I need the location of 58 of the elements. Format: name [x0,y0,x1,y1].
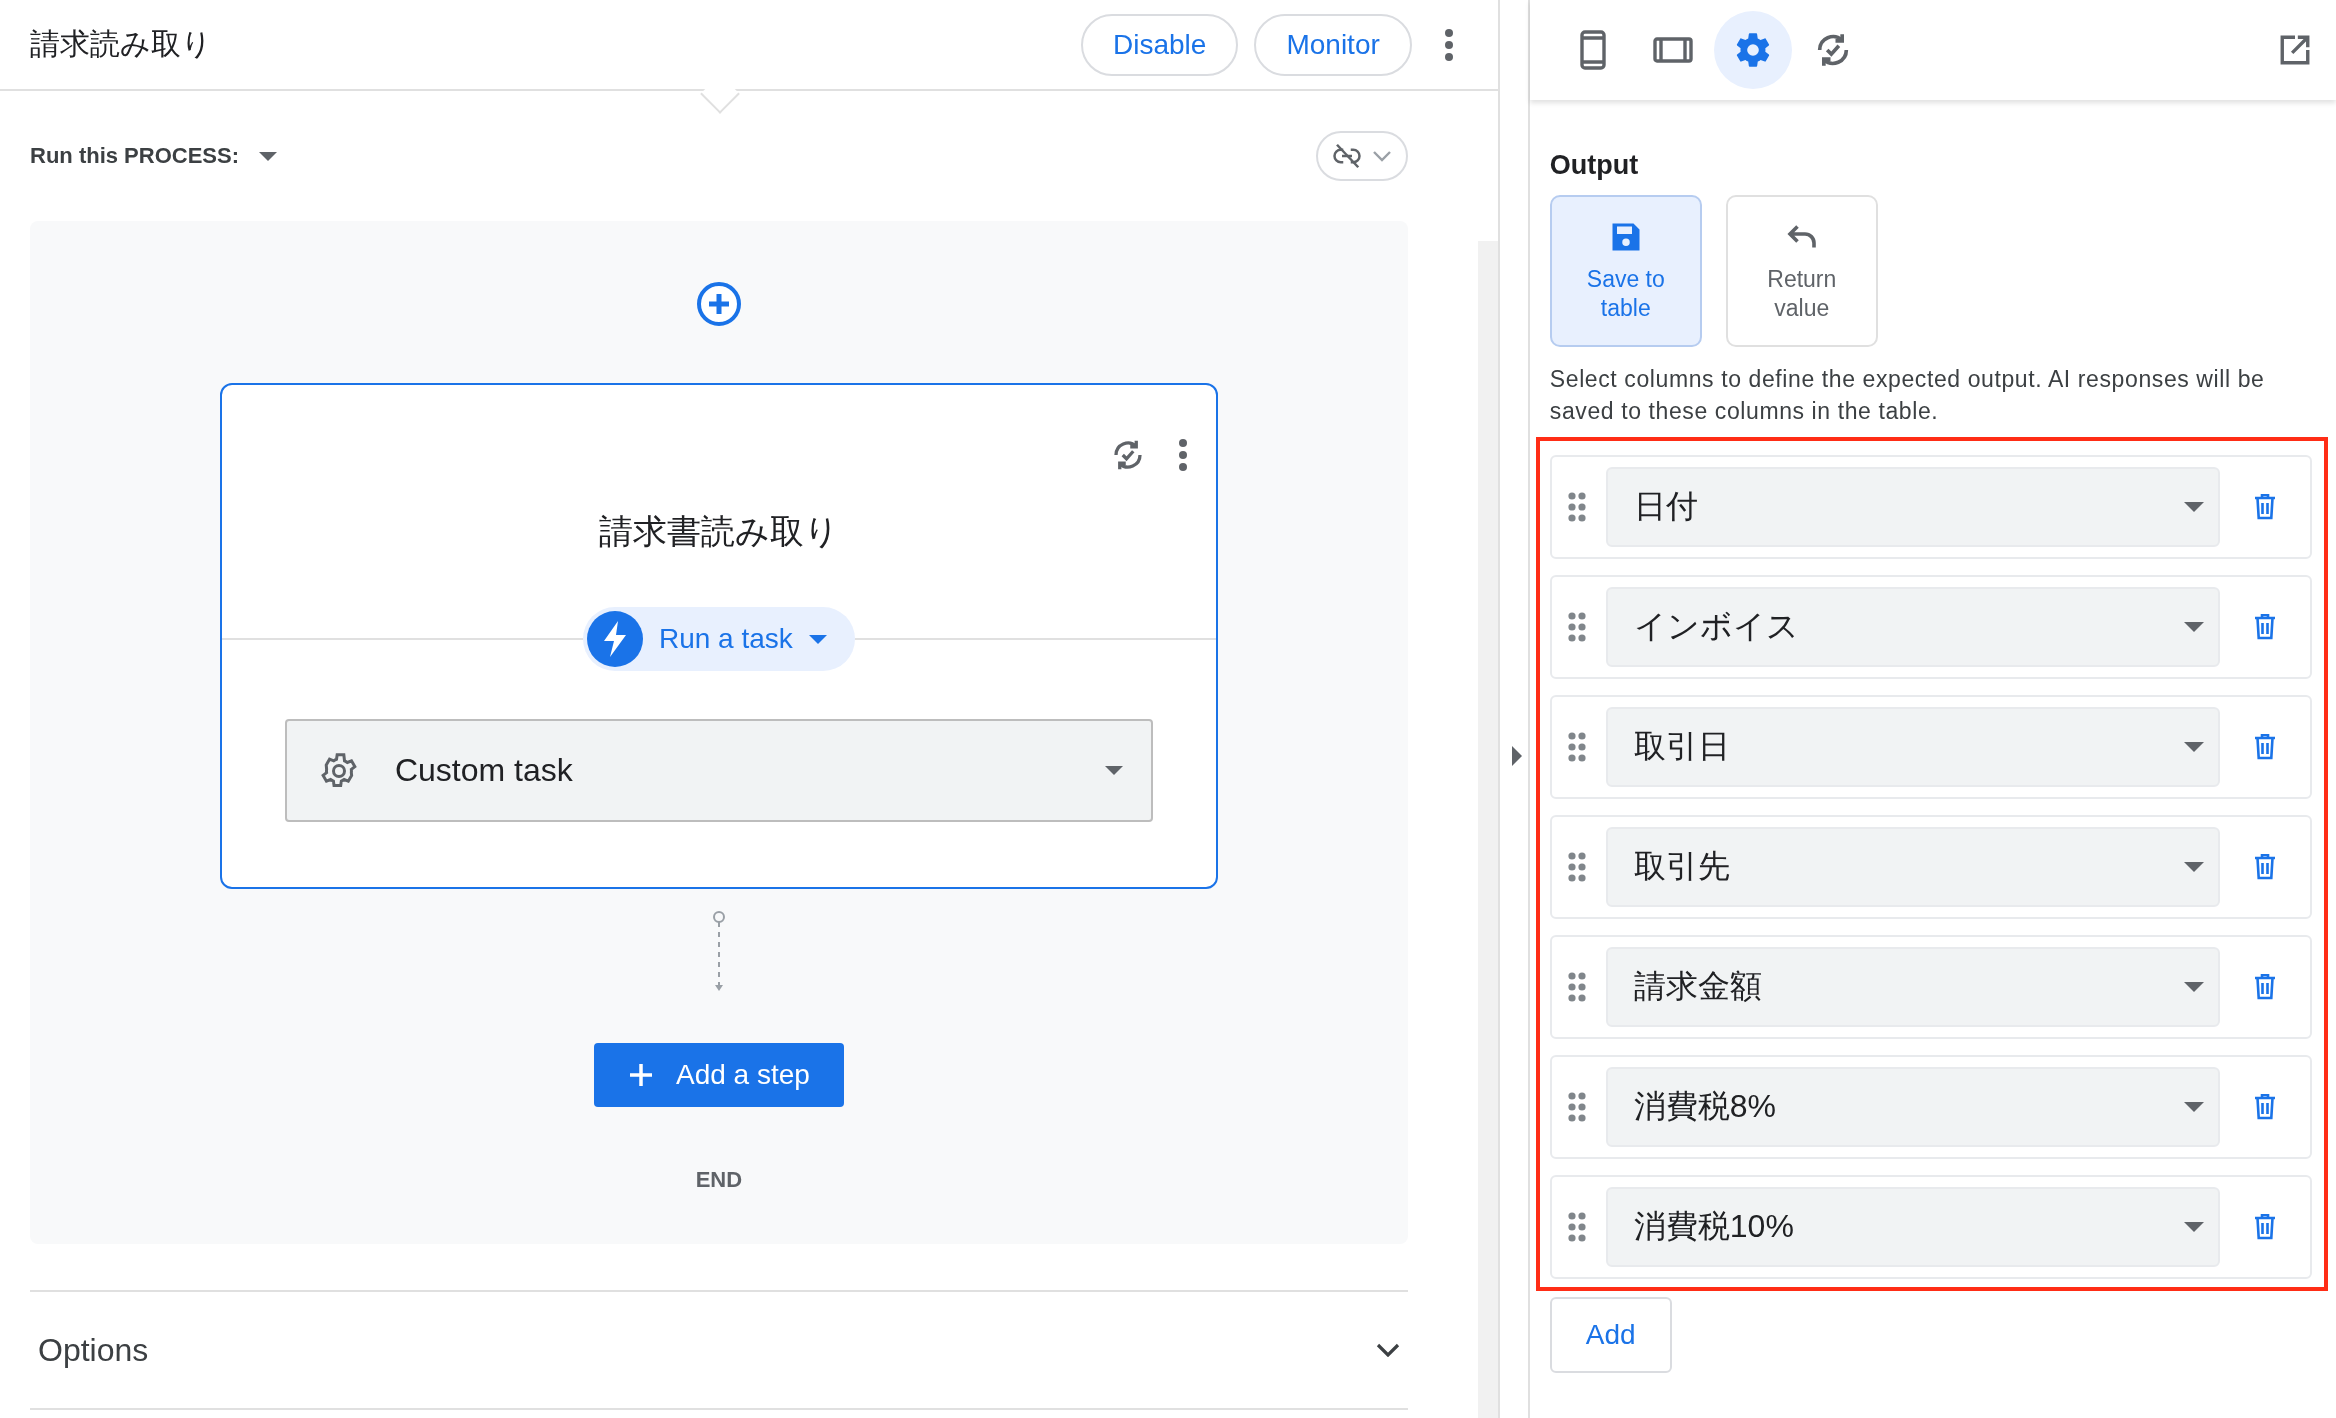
delete-icon[interactable] [2254,1094,2276,1120]
delete-icon[interactable] [2254,614,2276,640]
add-circle-icon[interactable] [695,281,742,327]
drag-handle-icon[interactable] [1567,972,1586,1002]
drag-handle-icon[interactable] [1567,492,1586,522]
output-option[interactable]: Save to table [1549,195,1702,347]
column-select[interactable]: インボイス [1605,587,2220,667]
options-section[interactable]: Options [30,1290,1408,1410]
step-card[interactable]: 請求書読み取り Run a task Custom task [219,383,1218,889]
caret-icon[interactable] [2184,862,2204,872]
link-toggle[interactable] [1315,131,1408,181]
header-button[interactable]: Monitor [1254,13,1412,76]
page-title: 請求読み取り [30,26,213,62]
drag-handle-icon[interactable] [1567,1212,1586,1242]
more-menu-icon[interactable] [1177,438,1188,472]
caret-icon[interactable] [259,151,277,161]
output-description: Select columns to define the expected output. AI responses will be saved to these columns in the table. [1549,365,2266,426]
chevron-icon [1371,150,1392,162]
end-label: END [695,1167,743,1193]
column-select[interactable]: 消費税10% [1605,1187,2220,1267]
column-select[interactable]: 取引日 [1605,707,2220,787]
add-step-button[interactable]: Add a step [593,1043,844,1107]
caret-icon[interactable] [2184,622,2204,632]
add-button[interactable]: Add [1549,1297,1672,1373]
column-select[interactable]: 日付 [1605,467,2220,547]
drag-handle-icon[interactable] [1567,732,1586,762]
delete-icon[interactable] [2254,974,2276,1000]
lightning-icon [586,611,643,667]
delete-icon[interactable] [2254,1214,2276,1240]
caret-icon[interactable] [1104,766,1123,775]
chevron-icon[interactable] [1375,1343,1400,1357]
collapse-arrow-icon[interactable] [1509,746,1524,766]
caret-icon[interactable] [2184,982,2204,992]
link-icon [1331,141,1362,171]
drag-handle-icon[interactable] [1567,612,1586,642]
external-link-icon[interactable] [2278,33,2312,67]
output-option[interactable]: Return value [1725,195,1878,347]
caret-icon[interactable] [2184,1222,2204,1232]
delete-icon[interactable] [2254,734,2276,760]
header-button[interactable]: Disable [1081,13,1239,76]
caret-icon[interactable] [2184,502,2204,512]
delete-icon[interactable] [2254,494,2276,520]
delete-icon[interactable] [2254,854,2276,880]
caret-icon[interactable] [808,634,827,644]
caret-icon[interactable] [2184,742,2204,752]
column-select[interactable]: 請求金額 [1605,947,2220,1027]
column-select[interactable]: 消費税8% [1605,1067,2220,1147]
column-select[interactable]: 取引先 [1605,827,2220,907]
plus-icon [627,1062,654,1088]
task-dropdown[interactable]: Custom task [284,719,1153,822]
output-heading: Output [1549,150,1640,181]
drag-handle-icon[interactable] [1567,852,1586,882]
step-title: 請求書読み取り [598,511,839,552]
drag-handle-icon[interactable] [1567,1092,1586,1122]
caret-icon[interactable] [2184,1102,2204,1112]
run-process-label: Run this PROCESS: [30,143,239,169]
run-task-chip[interactable]: Run a task [582,607,855,671]
scrollbar[interactable] [1477,241,1498,1418]
